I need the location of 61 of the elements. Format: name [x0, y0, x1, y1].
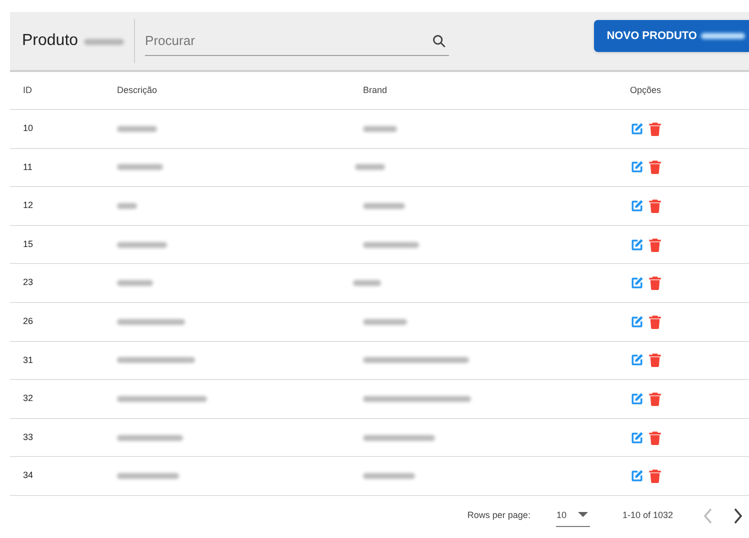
rows-per-page-select[interactable]: 10	[556, 504, 590, 527]
column-header: Opções	[630, 84, 662, 95]
trash-icon[interactable]	[649, 238, 661, 252]
edit-icon[interactable]	[630, 430, 644, 445]
blurred-text	[363, 126, 397, 132]
blurred-text	[363, 434, 435, 441]
edit-icon[interactable]	[630, 314, 644, 329]
caret-icon	[578, 512, 588, 518]
trash-icon[interactable]	[649, 160, 661, 174]
trash-icon[interactable]	[649, 276, 661, 290]
blurred-text	[363, 242, 419, 248]
blurred-text	[117, 473, 179, 480]
blurred-text	[363, 473, 415, 480]
edit-icon[interactable]	[630, 198, 644, 213]
blurred-text	[363, 318, 407, 325]
trash-icon[interactable]	[649, 353, 661, 368]
trash-icon[interactable]	[649, 198, 661, 213]
table-cell: 31	[23, 354, 34, 365]
page-range: 1-10 of 1032	[622, 509, 673, 522]
rows-per-page-label: Rows per page:	[467, 509, 530, 522]
table-cell: 10	[23, 123, 34, 134]
chevron-right-icon	[733, 508, 743, 524]
trash-icon[interactable]	[649, 122, 661, 136]
edit-icon[interactable]	[630, 276, 644, 290]
trash-icon[interactable]	[649, 430, 661, 445]
chevron-left-icon	[703, 508, 713, 524]
column-header: Brand	[363, 84, 388, 95]
blurred-text	[117, 280, 153, 286]
blurred-text	[117, 164, 163, 170]
page-title: Produto	[22, 31, 78, 51]
blurred-text	[117, 318, 185, 325]
trash-icon[interactable]	[649, 392, 661, 406]
blurred-text	[84, 39, 124, 45]
edit-icon[interactable]	[630, 469, 644, 484]
edit-icon[interactable]	[630, 122, 644, 136]
table-cell: 11	[23, 162, 32, 172]
search-icon	[432, 34, 446, 48]
table-cell: 33	[23, 432, 34, 442]
column-header: ID	[23, 84, 32, 95]
new-product-button[interactable]: NOVO PRODUTO	[594, 20, 749, 52]
table-cell: 34	[23, 470, 34, 480]
edit-icon[interactable]	[630, 392, 644, 406]
trash-icon[interactable]	[649, 314, 661, 329]
edit-icon[interactable]	[630, 238, 644, 252]
column-header: Descrição	[117, 84, 158, 95]
blurred-text	[117, 202, 137, 209]
blurred-text	[355, 164, 385, 170]
table-cell: 12	[23, 200, 34, 210]
blurred-text	[363, 202, 405, 209]
table-cell: 32	[23, 393, 34, 404]
blurred-text	[117, 242, 167, 248]
search-field[interactable]: Procurar	[145, 26, 450, 56]
edit-icon[interactable]	[630, 353, 644, 368]
trash-icon[interactable]	[649, 469, 661, 484]
blurred-text	[117, 126, 157, 132]
table-cell: 23	[23, 277, 34, 288]
table-cell: 26	[23, 316, 34, 326]
blurred-text	[117, 434, 183, 441]
table-cell: 15	[23, 238, 34, 249]
blurred-text	[353, 280, 381, 286]
edit-icon[interactable]	[630, 160, 644, 174]
